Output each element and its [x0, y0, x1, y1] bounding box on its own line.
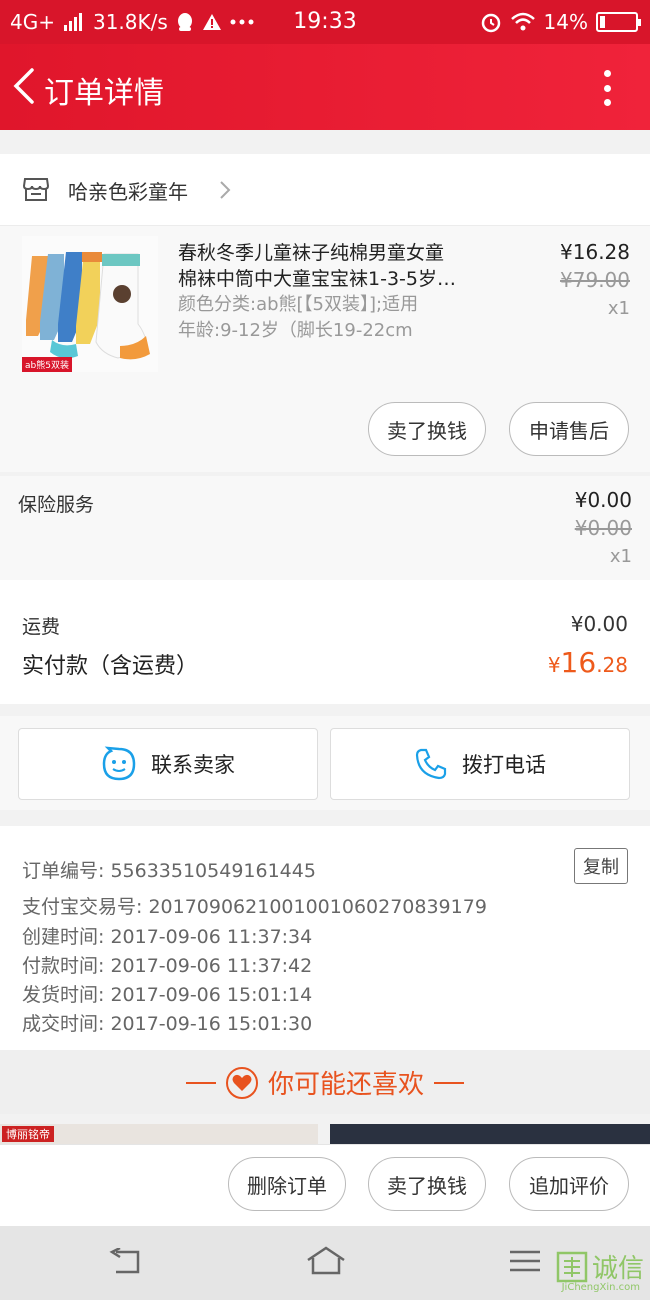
shop-icon [22, 178, 50, 201]
shop-name: 哈亲色彩童年 [68, 180, 188, 204]
shop-row[interactable]: 哈亲色彩童年 [0, 154, 650, 226]
product-title-line2: 棉袜中筒中大童宝宝袜1-3-5岁… [178, 268, 456, 290]
totals-section: 运费 ¥0.00 实付款（含运费） ¥16.28 [0, 580, 650, 704]
insurance-quantity: x1 [609, 546, 632, 567]
shipped-time: 发货时间: 2017-09-06 15:01:14 [22, 984, 313, 1006]
insurance-original-price: ¥0.00 [574, 516, 632, 540]
product-title[interactable]: 春秋冬季儿童袜子纯棉男童女童 棉袜中筒中大童宝宝袜1-3-5岁… [178, 240, 498, 292]
alarm-icon [481, 13, 500, 33]
paid-decimal: .28 [596, 653, 628, 677]
product-price: ¥16.28 [560, 240, 630, 264]
watermark-text: 诚信 [591, 1254, 644, 1284]
watermark-subtext: JiChengXin.com [561, 1282, 640, 1293]
divider-left [185, 1081, 216, 1084]
product-spec-line2: 年龄:9-12岁（脚长19-22cm [178, 320, 413, 341]
recommend-thumb-1[interactable]: 博丽铭帝 [0, 1124, 318, 1144]
add-review-button[interactable]: 追加评价 [509, 1157, 629, 1211]
status-right: 14% [480, 10, 641, 34]
paid-amount: ¥16.28 [548, 646, 628, 679]
system-back-icon[interactable] [108, 1248, 142, 1276]
wifi-icon [510, 12, 535, 31]
phone-icon [415, 748, 447, 780]
more-menu-icon[interactable] [604, 70, 612, 106]
paid-label: 实付款（含运费） [22, 654, 199, 679]
paid-currency: ¥ [547, 653, 561, 677]
completed-time: 成交时间: 2017-09-16 15:01:30 [22, 1013, 313, 1035]
battery-icon [596, 12, 641, 32]
recommend-thumb-2[interactable] [330, 1124, 650, 1144]
contact-section: 联系卖家 拨打电话 [0, 716, 650, 810]
watermark-box-icon [556, 1251, 588, 1282]
product-title-line1: 春秋冬季儿童袜子纯棉男童女童 [178, 242, 445, 264]
status-bar: 4G+ 31.8K/s 19:33 14% [0, 0, 650, 44]
watermark-logo: 诚信 JiChengXin.com [556, 1248, 644, 1293]
divider-right [434, 1081, 464, 1084]
delete-order-button[interactable]: 删除订单 [228, 1157, 346, 1211]
sell-for-cash-bottom-button[interactable]: 卖了换钱 [368, 1157, 486, 1211]
page-title: 订单详情 [44, 76, 164, 111]
product-image[interactable]: ab熊5双装 [22, 236, 158, 372]
insurance-row: 保险服务 ¥0.00 ¥0.00 x1 [0, 476, 650, 580]
order-number: 订单编号: 55633510549161445 [22, 860, 316, 882]
insurance-price: ¥0.00 [574, 488, 632, 512]
paid-integer: 16 [560, 646, 597, 679]
recommend-title-row: 你可能还喜欢 [0, 1064, 650, 1101]
alipay-number: 支付宝交易号: 2017090621001001060270839179 [22, 896, 487, 918]
call-phone-label: 拨打电话 [462, 753, 546, 777]
battery-percent: 14% [543, 10, 588, 34]
chat-face-icon [102, 746, 136, 781]
system-menu-icon[interactable] [508, 1250, 542, 1272]
bottom-action-bar: 删除订单 卖了换钱 追加评价 [0, 1144, 650, 1226]
system-nav-bar [0, 1226, 650, 1300]
contact-seller-label: 联系卖家 [151, 753, 235, 777]
after-sale-button[interactable]: 申请售后 [509, 402, 629, 456]
shipping-label: 运费 [22, 616, 61, 638]
socks-illustration [22, 236, 158, 372]
shipping-value: ¥0.00 [570, 612, 628, 636]
back-arrow-icon[interactable] [10, 66, 40, 106]
product-item: ab熊5双装 春秋冬季儿童袜子纯棉男童女童 棉袜中筒中大童宝宝袜1-3-5岁… … [0, 226, 650, 472]
contact-seller-button[interactable]: 联系卖家 [18, 728, 318, 800]
created-time: 创建时间: 2017-09-06 11:37:34 [22, 926, 313, 948]
battery-fill [600, 16, 605, 28]
call-phone-button[interactable]: 拨打电话 [330, 728, 630, 800]
product-original-price: ¥79.00 [560, 268, 630, 292]
chevron-right-icon [220, 181, 231, 199]
recommend-thumb-tag: 博丽铭帝 [2, 1126, 54, 1142]
sell-for-cash-button[interactable]: 卖了换钱 [368, 402, 486, 456]
system-home-icon[interactable] [305, 1246, 347, 1276]
recommend-header: 你可能还喜欢 [0, 1050, 650, 1114]
product-quantity: x1 [607, 298, 630, 319]
insurance-label: 保险服务 [18, 494, 95, 516]
nav-bar: 订单详情 [0, 44, 650, 130]
product-image-tag: ab熊5双装 [22, 357, 72, 372]
product-spec: 颜色分类:ab熊[【5双装】];适用 年龄:9-12岁（脚长19-22cm [178, 292, 498, 344]
heart-icon [225, 1066, 258, 1099]
recommend-title: 你可能还喜欢 [267, 1070, 424, 1100]
copy-button[interactable]: 复制 [574, 848, 628, 884]
paid-time: 付款时间: 2017-09-06 11:37:42 [22, 955, 313, 977]
product-spec-line1: 颜色分类:ab熊[【5双装】];适用 [178, 294, 419, 315]
order-info: 订单编号: 55633510549161445 复制 支付宝交易号: 20170… [0, 826, 650, 1050]
